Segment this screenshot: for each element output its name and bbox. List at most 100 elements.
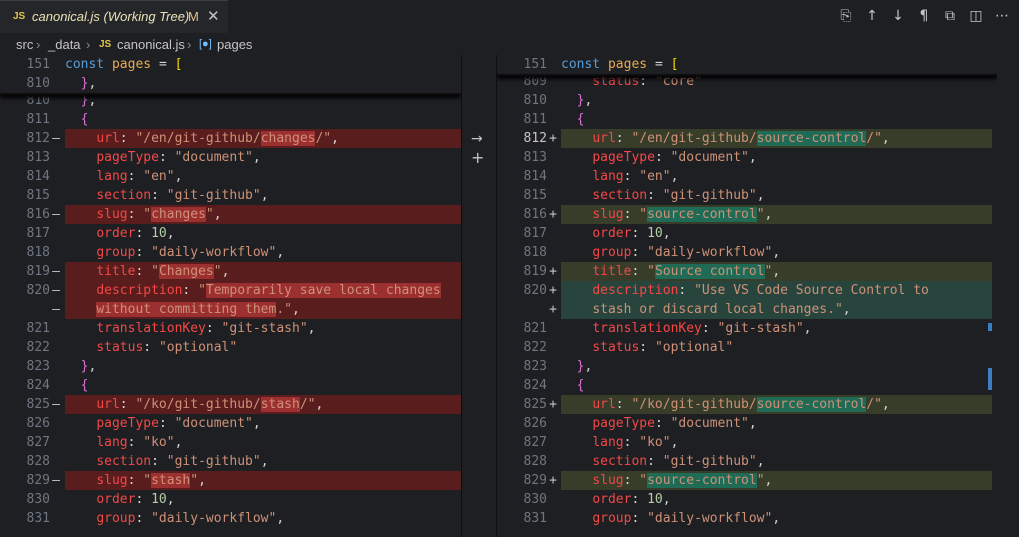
line-number: 816 [523,207,547,222]
modified-code-line[interactable]: 828 section: "git-github", [497,452,997,471]
modified-sticky-code-line[interactable]: 151 const pages = [ [497,55,997,74]
line-number: 822 [523,340,547,355]
line-number: 810 [523,93,547,108]
code-text: translationKey: "git-stash", [96,321,316,336]
original-code-line[interactable]: 824 { [0,376,461,395]
code-text: url: "/ko/git-github/source-control/", [561,395,992,414]
modified-code-line[interactable]: + stash or discard local changes.", [497,300,997,319]
chevron-right-icon: › [86,37,91,52]
sticky-scroll[interactable]: 151 const pages = [810 }, [0,55,461,95]
modified-code-line[interactable]: 823 }, [497,357,997,376]
line-number: 821 [523,321,547,336]
original-code-line[interactable]: — without committing them.", [0,300,461,319]
modified-code-line[interactable]: 826 pageType: "document", [497,414,997,433]
breadcrumb-src[interactable]: src [16,37,33,52]
modified-code-line[interactable]: 814 lang: "en", [497,167,997,186]
arrow-down-icon[interactable]: ↓ [889,7,907,25]
line-number: 813 [26,150,50,165]
pilcrow-icon[interactable]: ¶ [915,7,933,25]
line-number: 815 [26,188,50,203]
modified-code-line[interactable]: 813 pageType: "document", [497,148,997,167]
breadcrumb-data[interactable]: _data [48,37,81,52]
modified-code-line[interactable]: 815 section: "git-github", [497,186,997,205]
editor-tab[interactable]: JS canonical.js (Working Tree) M ✕ [0,0,228,33]
split-editor-icon[interactable]: ◫ [967,7,985,25]
modified-code-line[interactable]: 812 + url: "/en/git-github/source-control… [497,129,997,148]
original-code-line[interactable]: 827 lang: "ko", [0,433,461,452]
original-code-line[interactable]: 823 }, [0,357,461,376]
original-code-line[interactable]: 830 order: 10, [0,490,461,509]
modified-code-line[interactable]: 829 + slug: "source-control", [497,471,997,490]
original-sticky-code-line[interactable]: 810 }, [0,74,461,93]
line-number: 815 [523,188,547,203]
original-code-line[interactable]: 812— url: "/en/git-github/changes/", [0,129,461,148]
line-number: 819 [26,264,50,279]
line-number: 824 [523,378,547,393]
overview-ruler[interactable] [988,55,1019,537]
close-icon[interactable]: ✕ [207,7,220,25]
modified-code-line[interactable]: 821 translationKey: "git-stash", [497,319,997,338]
code-text: pageType: "document", [592,416,757,431]
diff-marker: + [549,264,557,279]
code-text: order: 10, [592,226,671,241]
line-number: 826 [523,416,547,431]
modified-editor[interactable]: 809 status: "core" 810 }, 811 {812 + url: "… [497,55,997,537]
breadcrumb: src › _data › JS canonical.js › [●] page… [0,33,1019,55]
modified-code-line[interactable]: 816 + slug: "source-control", [497,205,997,224]
line-number: 831 [523,511,547,526]
modified-code-line[interactable]: 824 { [497,376,997,395]
code-text: { [576,378,585,393]
arrow-up-icon[interactable]: ↑ [863,7,881,25]
modified-code-line[interactable]: 820 + description: "Use VS Code Source Co… [497,281,997,300]
original-code-line[interactable]: 813 pageType: "document", [0,148,461,167]
original-code-line[interactable]: 825— url: "/ko/git-github/stash/", [0,395,461,414]
original-sticky-code-line[interactable]: 151 const pages = [ [0,55,461,74]
modified-code-line[interactable]: 825 + url: "/ko/git-github/source-control… [497,395,997,414]
original-code-line[interactable]: 815 section: "git-github", [0,186,461,205]
add-icon[interactable]: + [471,148,484,167]
original-code-line[interactable]: 821 translationKey: "git-stash", [0,319,461,338]
original-code-line[interactable]: 829— slug: "stash", [0,471,461,490]
modified-code-line[interactable]: 830 order: 10, [497,490,997,509]
original-code-line[interactable]: 817 order: 10, [0,224,461,243]
diff-marker: — [52,302,60,317]
modified-code-line[interactable]: 810 }, [497,91,997,110]
original-code-line[interactable]: 831 group: "daily-workflow", [0,509,461,528]
original-code-line[interactable]: 820— description: "Temporarily save loca… [0,281,461,300]
line-number: 831 [26,511,50,526]
original-code-line[interactable]: 826 pageType: "document", [0,414,461,433]
diff-marker: + [549,207,557,222]
code-text: { [80,378,89,393]
sticky-scroll[interactable]: 151 const pages = [ [497,55,997,76]
line-number: 823 [523,359,547,374]
original-code-line[interactable]: 816— slug: "changes", [0,205,461,224]
diff-marker: — [52,397,60,412]
breadcrumb-symbol[interactable]: pages [217,37,252,52]
modified-code-line[interactable]: 827 lang: "ko", [497,433,997,452]
original-code-line[interactable]: 822 status: "optional" [0,338,461,357]
open-file-icon[interactable]: ⎘ [837,7,855,25]
original-code-line[interactable]: 818 group: "daily-workflow", [0,243,461,262]
modified-code-line[interactable]: 811 { [497,110,997,129]
line-number: 811 [523,112,547,127]
original-code-line[interactable]: 811 { [0,110,461,129]
code-text: url: "/ko/git-github/stash/", [65,395,461,414]
original-code-line[interactable]: 814 lang: "en", [0,167,461,186]
revert-arrow-icon[interactable]: → [471,131,483,147]
more-icon[interactable]: ⋯ [993,7,1011,25]
code-text: section: "git-github", [96,188,269,203]
modified-code-line[interactable]: 831 group: "daily-workflow", [497,509,997,528]
line-number: 820 [523,283,547,298]
modified-code-line[interactable]: 817 order: 10, [497,224,997,243]
modified-code-line[interactable]: 822 status: "optional" [497,338,997,357]
diff-marker: + [549,397,557,412]
breadcrumb-file[interactable]: canonical.js [117,37,185,52]
line-number: 816 [26,207,50,222]
book-icon[interactable]: ⧉ [941,7,959,25]
original-code-line[interactable]: 819— title: "Changes", [0,262,461,281]
original-code-line[interactable]: 828 section: "git-github", [0,452,461,471]
symbol-array-icon: [●] [199,38,212,50]
modified-code-line[interactable]: 818 group: "daily-workflow", [497,243,997,262]
original-editor[interactable]: 810 }, 811 {812— url: "/en/git-github/cha… [0,55,461,537]
modified-code-line[interactable]: 819 + title: "Source control", [497,262,997,281]
